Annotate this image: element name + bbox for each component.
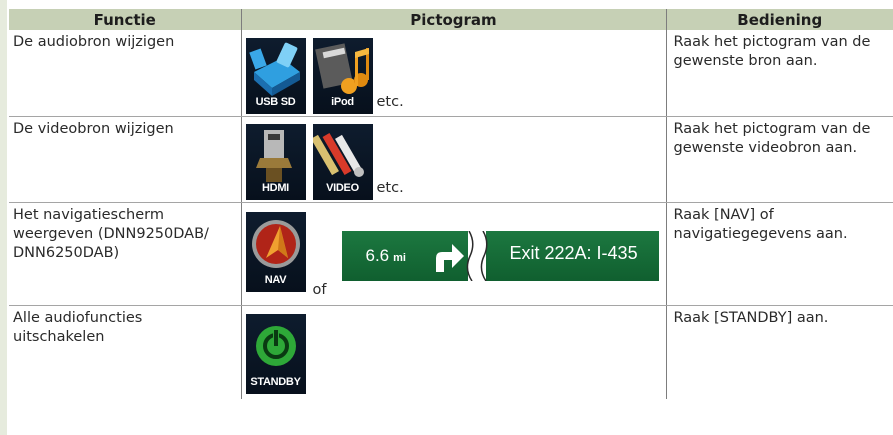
- distance-unit: mi: [393, 251, 406, 264]
- video-icon[interactable]: VIDEO: [312, 123, 373, 200]
- icon-cell: HDMI VIDEO etc.: [240, 116, 666, 203]
- etc-text: etc.: [376, 94, 404, 110]
- distance-value: 6.6: [365, 245, 390, 265]
- nav-icon[interactable]: NAV: [245, 211, 306, 292]
- turn-arrow-icon: [435, 243, 464, 272]
- function-cell: De videobron wijzigen: [9, 116, 241, 203]
- function-cell: Het navigatiescherm weergeven (DNN9250DA…: [9, 202, 241, 306]
- icon-cell: STANDBY: [240, 305, 666, 399]
- header-pictogram: Pictogram: [240, 9, 666, 30]
- operation-cell: Raak het pictogram van de gewenste bron …: [665, 30, 893, 117]
- usb-sd-icon[interactable]: USB SD: [245, 38, 306, 114]
- table-row: De audiobron wijzigen USB SD iPod etc. R…: [9, 30, 893, 117]
- or-text: of: [312, 281, 327, 298]
- function-cell: Alle audiofuncties uitschakelen: [13, 309, 143, 345]
- hdmi-label: HDMI: [262, 181, 289, 194]
- header-functie: Functie: [9, 9, 241, 30]
- operation-cell: Raak het pictogram van de gewenste video…: [665, 116, 893, 203]
- icon-cell: NAV of 6.6 mi Exit 222A: I-435: [240, 202, 666, 306]
- hdmi-icon[interactable]: HDMI: [245, 123, 306, 200]
- icon-cell: USB SD iPod etc.: [240, 30, 666, 117]
- video-label: VIDEO: [326, 181, 359, 194]
- page-margin-band: [0, 0, 7, 435]
- operation-cell: Raak [NAV] of navigatiegegevens aan.: [665, 202, 893, 306]
- table-row: Alle audiofuncties uitschakelen STANDBY …: [9, 305, 893, 399]
- standby-icon[interactable]: STANDBY: [245, 313, 306, 394]
- standby-label: STANDBY: [250, 375, 301, 388]
- etc-text: etc.: [376, 179, 404, 196]
- break-lines: [466, 230, 487, 281]
- operation-cell: Raak [STANDBY] aan.: [665, 305, 893, 399]
- usb-sd-label: USB SD: [255, 96, 296, 108]
- ipod-label: iPod: [331, 96, 354, 108]
- navigation-info-bar[interactable]: 6.6 mi Exit 222A: I-435: [341, 230, 659, 281]
- ipod-icon[interactable]: iPod: [312, 38, 373, 114]
- function-table: Functie Pictogram Bediening De audiobron…: [9, 9, 893, 399]
- function-cell: De audiobron wijzigen: [9, 30, 241, 117]
- table-row: Het navigatiescherm weergeven (DNN9250DA…: [9, 202, 893, 306]
- nav-label: NAV: [264, 273, 287, 286]
- distance-readout: 6.6 mi: [366, 246, 406, 268]
- header-bediening: Bediening: [665, 9, 893, 30]
- header-row: Functie Pictogram Bediening: [9, 9, 893, 30]
- exit-info: Exit 222A: I-435: [509, 242, 638, 263]
- table-row: De videobron wijzigen HDMI VIDEO etc. Ra…: [9, 116, 893, 203]
